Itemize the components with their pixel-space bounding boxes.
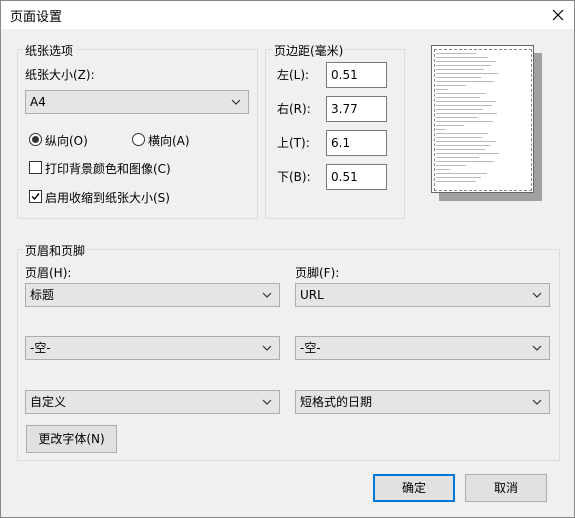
preview-text-line bbox=[436, 57, 488, 58]
print-background-label: 打印背景颜色和图像(C) bbox=[45, 162, 171, 176]
footer-select-3[interactable]: 短格式的日期 bbox=[295, 390, 550, 414]
margins-legend: 页边距(毫米) bbox=[272, 42, 346, 59]
paper-options-legend: 纸张选项 bbox=[23, 42, 76, 59]
footer-label: 页脚(F): bbox=[295, 266, 340, 280]
chevron-down-icon bbox=[532, 399, 542, 405]
preview-text-line bbox=[436, 89, 448, 90]
margin-left-input[interactable]: 0.51 bbox=[326, 62, 387, 88]
ok-button[interactable]: 确定 bbox=[373, 474, 455, 502]
change-font-label: 更改字体(N) bbox=[38, 432, 105, 446]
chevron-down-icon bbox=[532, 345, 542, 351]
preview-text-line bbox=[436, 125, 464, 126]
preview-text-line bbox=[436, 97, 480, 98]
portrait-label: 纵向(O) bbox=[45, 134, 88, 148]
chevron-down-icon bbox=[262, 292, 272, 298]
page-preview bbox=[431, 45, 534, 193]
header-select-1[interactable]: 标题 bbox=[25, 283, 280, 307]
landscape-radio[interactable] bbox=[132, 133, 145, 146]
header-select-3[interactable]: 自定义 bbox=[25, 390, 280, 414]
preview-text-line bbox=[436, 93, 486, 94]
margin-right-label: 右(R): bbox=[277, 102, 311, 116]
preview-text-line bbox=[436, 109, 483, 110]
margin-bottom-label: 下(B): bbox=[277, 170, 311, 184]
preview-text-line bbox=[436, 145, 490, 146]
margin-top-input[interactable]: 6.1 bbox=[326, 130, 387, 156]
shrink-to-fit-checkbox[interactable] bbox=[29, 190, 42, 203]
margin-right-input[interactable]: 3.77 bbox=[326, 96, 387, 122]
radio-selected-dot bbox=[32, 136, 39, 143]
preview-text-line bbox=[436, 85, 466, 86]
preview-text-line bbox=[436, 173, 487, 174]
preview-text-line bbox=[436, 137, 482, 138]
preview-text-line bbox=[436, 105, 492, 106]
margin-bottom-input[interactable]: 0.51 bbox=[326, 164, 387, 190]
print-background-checkbox[interactable] bbox=[29, 161, 42, 174]
chevron-down-icon bbox=[532, 292, 542, 298]
preview-text-line bbox=[436, 81, 494, 82]
preview-text-line bbox=[436, 61, 496, 62]
margin-right-value: 3.77 bbox=[331, 102, 358, 116]
preview-text-line bbox=[436, 157, 479, 158]
footer-select-3-value: 短格式的日期 bbox=[300, 395, 373, 409]
header-select-1-value: 标题 bbox=[30, 288, 55, 302]
footer-select-1[interactable]: URL bbox=[295, 283, 550, 307]
preview-text-line bbox=[436, 117, 478, 118]
portrait-radio[interactable] bbox=[29, 133, 42, 146]
preview-text-line bbox=[436, 113, 497, 114]
preview-text-line bbox=[436, 165, 466, 166]
preview-text-line bbox=[436, 181, 476, 182]
preview-text-line bbox=[436, 177, 481, 178]
title-bar: 页面设置 bbox=[1, 1, 574, 29]
close-button[interactable] bbox=[544, 4, 572, 26]
preview-text-line bbox=[436, 77, 481, 78]
close-icon bbox=[552, 9, 564, 21]
header-select-2-value: -空- bbox=[30, 341, 51, 355]
preview-text-line bbox=[436, 129, 446, 130]
ok-label: 确定 bbox=[401, 481, 426, 495]
chevron-down-icon bbox=[262, 345, 272, 351]
preview-text-line bbox=[436, 141, 496, 142]
preview-text-line bbox=[436, 53, 476, 54]
header-select-3-value: 自定义 bbox=[30, 395, 67, 409]
footer-select-2[interactable]: -空- bbox=[295, 336, 550, 360]
chevron-down-icon bbox=[231, 99, 241, 105]
footer-select-2-value: -空- bbox=[300, 341, 321, 355]
preview-text-line bbox=[436, 169, 450, 170]
preview-text-line bbox=[436, 153, 499, 154]
preview-text-line bbox=[436, 149, 485, 150]
margin-left-label: 左(L): bbox=[277, 68, 310, 82]
preview-text-line bbox=[436, 73, 498, 74]
window-title: 页面设置 bbox=[10, 10, 63, 25]
paper-size-label: 纸张大小(Z): bbox=[25, 68, 95, 82]
paper-size-select[interactable]: A4 bbox=[25, 90, 249, 114]
cancel-button[interactable]: 取消 bbox=[465, 474, 547, 502]
margin-top-label: 上(T): bbox=[277, 136, 310, 150]
shrink-to-fit-label: 启用收缩到纸张大小(S) bbox=[45, 191, 170, 205]
header-label: 页眉(H): bbox=[25, 266, 72, 280]
paper-size-value: A4 bbox=[30, 95, 46, 109]
chevron-down-icon bbox=[262, 399, 272, 405]
margin-left-value: 0.51 bbox=[331, 68, 358, 82]
preview-text-line bbox=[436, 161, 494, 162]
preview-text-line bbox=[436, 69, 484, 70]
preview-text-line bbox=[436, 101, 496, 102]
preview-text-line bbox=[436, 133, 488, 134]
landscape-label: 横向(A) bbox=[148, 134, 190, 148]
cancel-label: 取消 bbox=[493, 481, 518, 495]
header-footer-legend: 页眉和页脚 bbox=[23, 242, 88, 259]
preview-text-line bbox=[436, 65, 491, 66]
change-font-button[interactable]: 更改字体(N) bbox=[26, 425, 117, 453]
header-select-2[interactable]: -空- bbox=[25, 336, 280, 360]
checkmark-icon bbox=[31, 193, 40, 201]
preview-text-line bbox=[436, 121, 493, 122]
footer-select-1-value: URL bbox=[300, 288, 324, 302]
page-setup-dialog: 页面设置 纸张选项 纸张大小(Z): A4 纵向(O) 横向(A) 打印背景颜色… bbox=[0, 0, 575, 518]
margin-bottom-value: 0.51 bbox=[331, 170, 358, 184]
margin-top-value: 6.1 bbox=[331, 136, 351, 150]
